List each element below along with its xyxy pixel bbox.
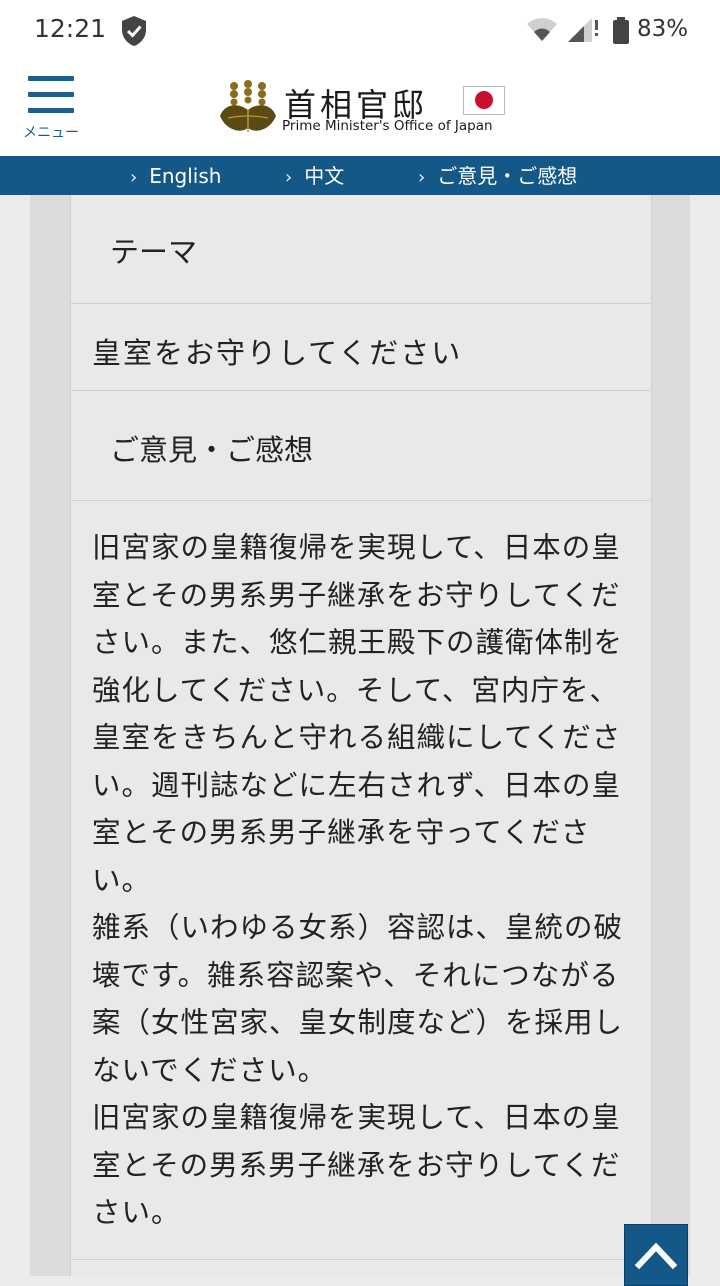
nav-link-label: 中文 bbox=[304, 164, 345, 188]
site-title-en: Prime Minister's Office of Japan bbox=[282, 118, 493, 134]
chevron-up-icon bbox=[634, 1242, 678, 1270]
site-logo[interactable]: 首相官邸 Prime Minister's Office of Japan bbox=[218, 78, 518, 140]
opinion-body: 旧宮家の皇籍復帰を実現して、日本の皇室とその男系男子継承をお守りしてください。ま… bbox=[92, 531, 624, 1229]
chevron-right-icon: › bbox=[285, 167, 293, 188]
nav-link-chinese[interactable]: › 中文 bbox=[285, 156, 344, 195]
nav-link-english[interactable]: › English bbox=[130, 156, 221, 195]
chevron-right-icon: › bbox=[418, 167, 426, 188]
opinion-header: ご意見・ご感想 bbox=[110, 433, 314, 467]
paulownia-emblem-icon bbox=[218, 80, 278, 140]
theme-value-row: 皇室をお守りしてください bbox=[70, 304, 650, 391]
top-navigation: › English › 中文 › ご意見・ご感想 bbox=[0, 156, 720, 195]
nav-link-label: ご意見・ご感想 bbox=[437, 164, 578, 188]
theme-header: テーマ bbox=[110, 235, 198, 269]
nav-link-label: English bbox=[149, 164, 222, 188]
shield-icon bbox=[120, 15, 148, 51]
hamburger-bar bbox=[28, 108, 74, 113]
menu-label: メニュー bbox=[23, 125, 79, 141]
back-to-top-button[interactable] bbox=[624, 1224, 688, 1286]
flag-sun bbox=[475, 91, 493, 109]
battery-percent: 83% bbox=[637, 16, 689, 42]
hamburger-icon bbox=[28, 76, 74, 81]
status-bar: 12:21 83% bbox=[0, 0, 720, 62]
chevron-right-icon: › bbox=[130, 167, 138, 188]
wifi-icon bbox=[526, 16, 558, 46]
cellular-signal-icon bbox=[566, 17, 600, 47]
theme-value: 皇室をお守りしてください bbox=[92, 336, 463, 370]
theme-header-row: テーマ bbox=[70, 195, 650, 304]
hamburger-bar bbox=[28, 92, 74, 97]
japan-flag-icon bbox=[463, 86, 505, 115]
status-time: 12:21 bbox=[34, 14, 107, 43]
nav-link-feedback[interactable]: › ご意見・ご感想 bbox=[418, 156, 577, 195]
menu-button[interactable]: メニュー bbox=[18, 76, 84, 142]
opinion-header-row: ご意見・ご感想 bbox=[70, 391, 650, 501]
site-header: メニュー 首相官邸 Prime Minister's Office of Jap… bbox=[0, 62, 720, 156]
battery-icon bbox=[612, 17, 630, 49]
